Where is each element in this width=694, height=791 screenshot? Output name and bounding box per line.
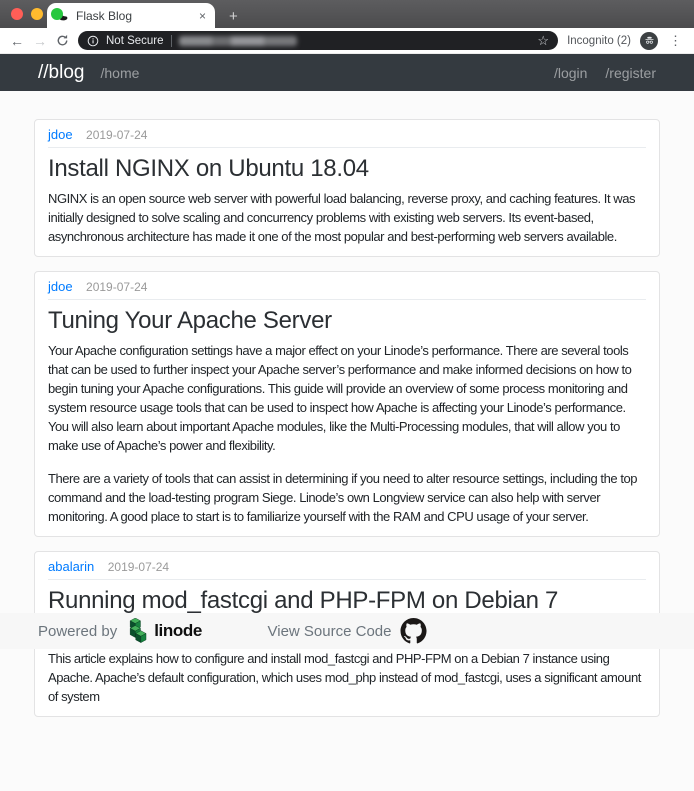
- brand-link[interactable]: //blog: [38, 62, 84, 84]
- post-divider: [48, 299, 646, 300]
- post-paragraph: This article explains how to configure a…: [48, 649, 646, 706]
- view-source-label: View Source Code: [268, 623, 392, 640]
- post-divider: [48, 147, 646, 148]
- post-title[interactable]: Install NGINX on Ubuntu 18.04: [48, 155, 646, 183]
- post-author-link[interactable]: jdoe: [48, 279, 73, 294]
- forward-icon: →: [33, 34, 47, 48]
- back-icon[interactable]: ←: [10, 34, 24, 48]
- reload-icon[interactable]: [56, 34, 69, 47]
- incognito-count-label: Incognito (2): [567, 35, 631, 47]
- post-meta: jdoe 2019-07-24: [48, 128, 646, 142]
- window-minimize-button[interactable]: [31, 8, 43, 20]
- post-author-link[interactable]: jdoe: [48, 127, 73, 142]
- window-zoom-button[interactable]: [51, 8, 63, 20]
- view-source-link[interactable]: View Source Code: [268, 613, 427, 649]
- linode-cubes-icon: [124, 618, 149, 645]
- post-meta: jdoe 2019-07-24: [48, 280, 646, 294]
- post-card: jdoe 2019-07-24 Tuning Your Apache Serve…: [34, 271, 660, 537]
- window-close-button[interactable]: [11, 8, 23, 20]
- powered-by: Powered by: [38, 613, 202, 649]
- incognito-avatar-icon[interactable]: [640, 32, 658, 50]
- powered-by-label: Powered by: [38, 623, 117, 640]
- nav-home-link[interactable]: /home: [100, 65, 139, 81]
- github-icon: [400, 618, 426, 644]
- post-paragraph: Your Apache configuration settings have …: [48, 341, 646, 455]
- tab-close-icon[interactable]: ×: [199, 9, 206, 23]
- window-controls: [11, 8, 63, 20]
- post-meta: abalarin 2019-07-24: [48, 560, 646, 574]
- post-author-link[interactable]: abalarin: [48, 559, 94, 574]
- new-tab-button[interactable]: +: [229, 9, 238, 24]
- site-navbar: //blog /home /login /register: [0, 54, 694, 91]
- nav-login-link[interactable]: /login: [554, 65, 587, 81]
- post-date: 2019-07-24: [108, 560, 169, 574]
- address-bar[interactable]: Not Secure ☆: [78, 31, 558, 50]
- browser-toolbar: ← → Not Secure ☆ Incognito (2) ⋮: [0, 28, 694, 54]
- not-secure-label: Not Secure: [106, 35, 164, 47]
- browser-menu-icon[interactable]: ⋮: [667, 34, 684, 47]
- post-title[interactable]: Tuning Your Apache Server: [48, 307, 646, 335]
- tab-title: Flask Blog: [76, 9, 192, 23]
- redacted-url: [179, 36, 297, 46]
- info-circle-icon[interactable]: [87, 35, 99, 47]
- navbar-right: /login /register: [554, 65, 656, 81]
- post-date: 2019-07-24: [86, 280, 147, 294]
- post-card: jdoe 2019-07-24 Install NGINX on Ubuntu …: [34, 119, 660, 257]
- nav-register-link[interactable]: /register: [605, 65, 656, 81]
- browser-tab[interactable]: Flask Blog ×: [47, 3, 215, 28]
- address-separator: [171, 35, 172, 47]
- post-paragraph: NGINX is an open source web server with …: [48, 189, 646, 246]
- post-paragraph: There are a variety of tools that can as…: [48, 469, 646, 526]
- post-list: jdoe 2019-07-24 Install NGINX on Ubuntu …: [0, 91, 694, 791]
- page-footer: Powered by: [0, 613, 694, 649]
- linode-link[interactable]: linode: [124, 618, 202, 645]
- post-date: 2019-07-24: [86, 128, 147, 142]
- browser-tab-strip: Flask Blog × +: [0, 0, 694, 28]
- post-divider: [48, 579, 646, 580]
- bookmark-star-icon[interactable]: ☆: [537, 34, 549, 47]
- linode-wordmark: linode: [154, 621, 202, 641]
